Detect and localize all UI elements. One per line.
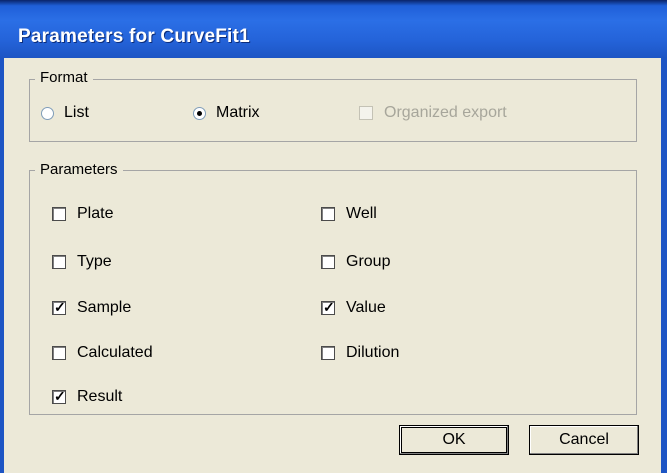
ok-button[interactable]: OK — [399, 425, 509, 455]
radio-button-icon — [41, 106, 54, 120]
checkmark-icon: ✓ — [321, 299, 335, 315]
checkbox-icon — [52, 255, 66, 269]
checkbox-plate[interactable]: Plate — [52, 205, 113, 223]
checkbox-sample[interactable]: ✓ Sample — [52, 299, 131, 317]
checkbox-label: Dilution — [346, 344, 400, 361]
parameters-group-label: Parameters — [35, 161, 123, 178]
format-groupbox — [29, 79, 637, 142]
checkbox-icon — [321, 255, 335, 269]
checkbox-icon — [321, 346, 335, 360]
radio-matrix[interactable]: Matrix — [193, 104, 260, 122]
format-group-label: Format — [35, 69, 93, 86]
radio-matrix-label: Matrix — [216, 104, 260, 121]
radio-button-selected-icon — [193, 106, 206, 120]
checkbox-label: Result — [77, 388, 123, 405]
radio-list-label: List — [64, 104, 89, 121]
checkbox-label: Value — [346, 299, 386, 316]
checkbox-label: Calculated — [77, 344, 153, 361]
checkbox-icon — [52, 207, 66, 221]
checkmark-icon: ✓ — [52, 388, 66, 404]
window-frame-right — [661, 58, 667, 473]
checkbox-icon — [52, 346, 66, 360]
checkbox-label: Sample — [77, 299, 132, 316]
window-frame-left — [0, 58, 4, 473]
checkmark-icon: ✓ — [52, 299, 66, 315]
parameters-dialog: Parameters for CurveFit1 Format List Mat… — [0, 0, 667, 473]
title-bar[interactable]: Parameters for CurveFit1 — [0, 0, 667, 58]
checkbox-label: Well — [346, 205, 377, 222]
checkbox-icon — [321, 207, 335, 221]
checkbox-well[interactable]: Well — [321, 205, 377, 223]
radio-list[interactable]: List — [41, 104, 89, 122]
checkbox-dilution[interactable]: Dilution — [321, 344, 399, 362]
checkbox-icon — [359, 106, 373, 120]
window-title: Parameters for CurveFit1 — [18, 26, 250, 47]
organized-export-label: Organized export — [384, 104, 507, 121]
checkbox-label: Plate — [77, 205, 114, 222]
cancel-button[interactable]: Cancel — [529, 425, 639, 455]
checkbox-type[interactable]: Type — [52, 253, 112, 271]
checkbox-group[interactable]: Group — [321, 253, 390, 271]
checkbox-label: Type — [77, 253, 112, 270]
checkbox-calculated[interactable]: Calculated — [52, 344, 153, 362]
checkbox-value[interactable]: ✓ Value — [321, 299, 386, 317]
checkbox-result[interactable]: ✓ Result — [52, 388, 122, 406]
checkbox-label: Group — [346, 253, 391, 270]
checkbox-organized-export[interactable]: Organized export — [359, 104, 507, 122]
